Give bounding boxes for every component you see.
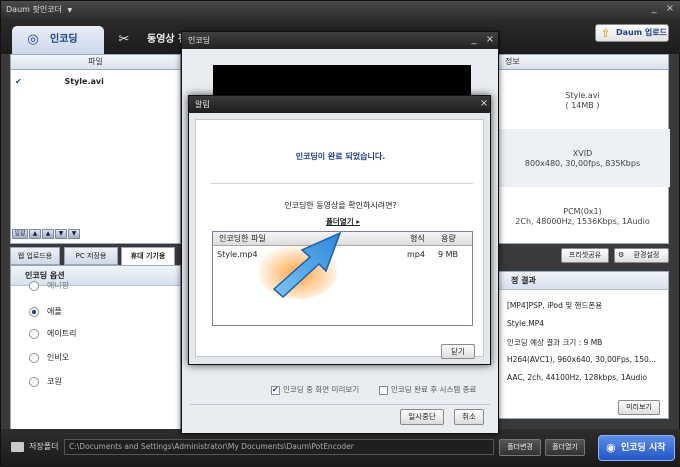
option-label: 애니팡	[47, 281, 70, 290]
option-label: 에이트리	[47, 329, 77, 338]
tab-video-edit[interactable]: ✂ 동영상 편	[109, 26, 189, 54]
source-file-name: Style.avi	[565, 91, 600, 100]
file-row-name: Style.avi	[64, 77, 104, 86]
column-format[interactable]: 형식	[410, 233, 425, 244]
encoding-dialog-title: 인코딩	[182, 32, 498, 49]
list-item-format: mp4	[407, 250, 425, 259]
move-down-button[interactable]: ▼	[55, 229, 67, 239]
list-item-size: 9 MB	[438, 250, 459, 259]
move-top-button[interactable]: ▲	[29, 229, 41, 239]
info-header: 정보	[495, 55, 668, 70]
divider	[211, 183, 473, 184]
preset-share-button[interactable]: 프리셋공유	[561, 248, 609, 263]
result-title: 정 결과	[495, 272, 668, 290]
audio-detail: 2Ch, 48000Hz, 1536Kbps, 1Audio	[515, 217, 650, 226]
video-detail: 800x480, 30,00fps, 835Kbps	[524, 159, 641, 168]
radio-icon[interactable]	[29, 376, 39, 387]
option-item[interactable]: 인비오	[29, 352, 69, 366]
subtab-pc-save[interactable]: PC 저장용	[64, 247, 118, 265]
settings-button[interactable]: ⚙ 환경설정	[614, 248, 669, 263]
change-folder-button[interactable]: 폴더변경	[499, 439, 541, 456]
radio-icon[interactable]	[29, 328, 39, 339]
shutdown-checkbox[interactable]	[379, 385, 388, 395]
encoding-complete-message: 인코딩이 완료 되었습니다.	[295, 152, 386, 161]
shutdown-checkbox-row[interactable]: 인코딩 완료 후 시스템 종료	[379, 384, 476, 395]
option-label: 애플	[47, 307, 62, 316]
encoding-dialog-close[interactable]: ×	[483, 32, 497, 49]
option-item[interactable]: 애니팡	[29, 280, 69, 294]
list-controls: 일괄 ▲ ▲ ▼ ▼	[12, 228, 81, 240]
file-row-checkbox[interactable]: ✔	[15, 77, 22, 86]
preview-button[interactable]: 미리보기	[618, 400, 660, 415]
result-line: [MP4]PSP, iPod 및 핸드폰용	[507, 301, 603, 310]
result-line: AAC, 2ch, 44100Hz, 128kbps, 1Audio	[507, 373, 647, 382]
result-line: H264(AVC1), 960x640, 30,00Fps, 150...	[507, 355, 656, 364]
shutdown-checkbox-label: 인코딩 완료 후 시스템 종료	[391, 385, 477, 394]
result-panel: 정 결과 [MP4]PSP, iPod 및 핸드폰용 Style.MP4 인코딩…	[494, 271, 669, 419]
close-button[interactable]: ×	[662, 1, 678, 18]
gear-icon: ⚙	[618, 251, 625, 259]
app-title: Daum 팟인코더	[6, 5, 62, 14]
pointer-arrow-icon	[258, 231, 342, 299]
start-encoding-label: 인코딩 시작	[621, 443, 666, 453]
scissors-icon: ✂	[118, 32, 130, 47]
folder-icon	[11, 442, 24, 452]
pause-button[interactable]: 일시중단	[400, 409, 444, 425]
source-file-size: ( 14MB )	[565, 101, 600, 110]
settings-label: 환경설정	[633, 251, 660, 259]
list-item-file[interactable]: Style.mp4	[217, 250, 258, 259]
minimize-button[interactable]: _	[646, 1, 662, 18]
save-path-field[interactable]: C:\Documents and Settings\Administrator\…	[64, 439, 494, 455]
subtab-mobile[interactable]: 휴대 기기용	[121, 247, 175, 265]
radio-selected-icon[interactable]	[29, 306, 39, 317]
preview-checkbox-row[interactable]: 인코딩 중 화면 미리보기	[271, 384, 359, 395]
option-label: 코원	[47, 377, 62, 386]
video-codec: XVID	[572, 149, 593, 158]
option-label: 인비오	[47, 353, 70, 362]
title-bar: Daum 팟인코더 ▼ _ ×	[1, 1, 680, 18]
result-line: 인코딩 예상 결과 크기 : 9 MB	[507, 338, 603, 347]
encoding-dialog-minimize[interactable]: _	[467, 32, 481, 49]
upload-arrow-icon: ⇧	[601, 27, 611, 40]
subtab-web-upload[interactable]: 웹 업로드용	[10, 247, 60, 265]
save-folder-label: 저장폴더	[29, 442, 59, 451]
radio-icon[interactable]	[29, 352, 39, 363]
app-window: Daum 팟인코더 ▼ _ × ◎ 인코딩 ✂ 동영상 편 ⇧ Daum 업로드…	[0, 0, 680, 467]
source-info-panel: 정보 Style.avi ( 14MB ) XVID 800x480, 30,0…	[494, 54, 670, 244]
option-item[interactable]: 코원	[29, 376, 62, 390]
title-menu-icon[interactable]: ▼	[67, 7, 72, 14]
alert-close-icon[interactable]: ×	[477, 96, 491, 113]
file-column-header: 파일	[11, 55, 180, 70]
move-up-button[interactable]: ▲	[42, 229, 54, 239]
option-item[interactable]: 에이트리	[29, 328, 76, 342]
radio-icon[interactable]	[29, 280, 39, 291]
preview-checkbox[interactable]	[271, 385, 280, 395]
preview-checkbox-label: 인코딩 중 화면 미리보기	[283, 385, 360, 394]
audio-codec: PCM(0x1)	[563, 207, 602, 216]
open-folder-button[interactable]: 폴더열기	[545, 439, 585, 456]
file-row[interactable]: ✔ Style.avi	[15, 77, 175, 86]
file-list-panel: 파일 ✔ Style.avi	[10, 54, 181, 244]
encoding-options-panel: 인코딩 옵션 애니팡 애플 에이트리 인비오 코원	[10, 265, 181, 439]
daum-upload-label: Daum 업로드	[616, 28, 667, 37]
move-bottom-button[interactable]: ▼	[68, 229, 80, 239]
tab-encoding-label: 인코딩	[50, 34, 78, 45]
film-reel-icon: ◎	[27, 32, 39, 47]
column-size[interactable]: 용량	[441, 233, 456, 244]
daum-upload-button[interactable]: ⇧ Daum 업로드	[595, 24, 669, 42]
divider	[190, 404, 490, 405]
result-line: Style.MP4	[507, 319, 544, 328]
tab-encoding[interactable]: ◎ 인코딩	[12, 26, 104, 54]
alert-close-button[interactable]: 닫기	[441, 344, 475, 359]
alert-title: 알림	[189, 96, 490, 113]
cancel-button[interactable]: 취소	[454, 409, 484, 425]
check-video-prompt: 인코딩한 동영상을 확인하시려면?	[284, 201, 397, 210]
encode-icon: ◉	[606, 441, 616, 454]
option-item[interactable]: 애플	[29, 306, 62, 320]
bottom-bar: 저장폴더 C:\Documents and Settings\Administr…	[1, 429, 680, 467]
start-encoding-button[interactable]: ◉ 인코딩 시작	[598, 435, 675, 461]
select-all-button[interactable]: 일괄	[12, 229, 28, 239]
